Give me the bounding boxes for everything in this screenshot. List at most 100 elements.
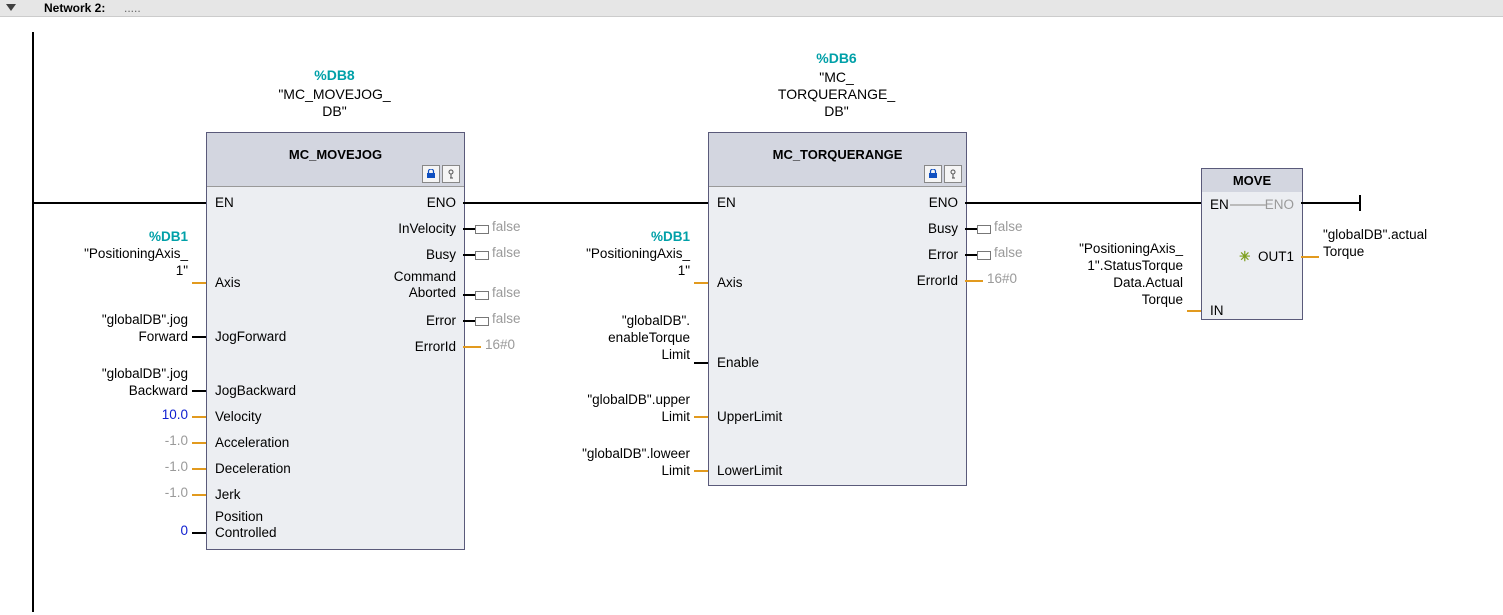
param-icon[interactable] [442,165,460,183]
pin-errorid: ErrorId [415,339,456,354]
lock-icon[interactable] [924,165,942,183]
block-title-move: MOVE [1202,169,1302,192]
connector [694,362,708,364]
lock-icon[interactable] [422,165,440,183]
output-busy-jog: false [492,245,521,260]
connector [192,416,206,418]
pin-commandaborted: CommandAborted [394,269,456,301]
operand-axis-torq[interactable]: %DB1 "PositioningAxis_1" [562,228,690,279]
connector [192,468,206,470]
pin-busy-torq: Busy [928,221,958,236]
operand-upper[interactable]: "globalDB".upperLimit [562,391,690,425]
pin-invelocity: InVelocity [398,221,456,236]
pin-velocity: Velocity [215,409,262,424]
diagram-canvas: Network 2: ..... %DB8 "MC_MOVEJOG_DB" MC… [0,0,1503,615]
connector [965,280,983,282]
block-move[interactable]: MOVE EN ENO ✳ OUT1 IN [1201,168,1303,320]
pin-poscontrolled: PositionControlled [215,509,277,541]
connector [192,390,206,392]
block-mc-movejog[interactable]: MC_MOVEJOG EN Axis JogForward JogBackwar… [206,132,465,550]
connector [1187,310,1201,312]
block-mc-torquerange[interactable]: MC_TORQUERANGE EN Axis Enable UpperLimit… [708,132,967,486]
block-header-torq: MC_TORQUERANGE [709,133,966,187]
connector [192,532,206,534]
neg-box [475,251,489,260]
neg-box [475,225,489,234]
output-invelocity: false [492,219,521,234]
connector [463,320,475,322]
output-error-torq: false [994,245,1023,260]
pin-eno-move: ENO [1265,197,1294,212]
pin-axis: Axis [215,275,241,290]
pin-deceleration: Deceleration [215,461,291,476]
pin-upperlimit: UpperLimit [717,409,782,424]
pin-error: Error [426,313,456,328]
connector [965,254,977,256]
pin-busy: Busy [426,247,456,262]
operand-move-out[interactable]: "globalDB".actualTorque [1323,226,1453,260]
connector [694,416,708,418]
pin-en: EN [215,195,234,210]
output-cab: false [492,285,521,300]
value-jerk[interactable]: -1.0 [150,485,188,500]
network-label: Network 2: [44,1,105,15]
db-id-torq: %DB6 [708,50,965,66]
value-poscontrolled[interactable]: 0 [150,523,188,538]
operand-jogbwd[interactable]: "globalDB".jogBackward [60,365,188,399]
connector [694,470,708,472]
wire [1301,202,1361,204]
operand-axis-jog[interactable]: %DB1 "PositioningAxis_1" [60,228,188,279]
pin-error-torq: Error [928,247,958,262]
terminator [1359,195,1361,211]
connector [694,282,708,284]
star-icon: ✳ [1239,249,1250,264]
connector [1301,256,1319,258]
wire [32,202,206,204]
param-icon[interactable] [944,165,962,183]
pin-eno: ENO [427,195,456,210]
operand-enable[interactable]: "globalDB".enableTorqueLimit [562,312,690,363]
connector [463,294,475,296]
pin-axis-torq: Axis [717,275,743,290]
operand-lower[interactable]: "globalDB".loweerLimit [562,445,690,479]
db-name-torq: "MC_TORQUERANGE_DB" [708,69,965,120]
value-velocity[interactable]: 10.0 [150,407,188,422]
network-comment[interactable]: ..... [124,1,141,15]
neg-box [977,251,991,260]
neg-box [475,317,489,326]
db-id-jog: %DB8 [206,67,463,83]
pin-errorid-torq: ErrorId [917,273,958,288]
pin-jogbackward: JogBackward [215,383,296,398]
output-busy-torq: false [994,219,1023,234]
neg-box [977,225,991,234]
connector [463,228,475,230]
pin-en-move: EN [1210,197,1229,212]
connector [192,494,206,496]
pin-en-torq: EN [717,195,736,210]
pin-in-move: IN [1210,303,1224,318]
collapse-triangle-icon[interactable] [6,4,16,11]
connector [192,442,206,444]
output-errorid-torq: 16#0 [987,271,1017,286]
output-error-jog: false [492,311,521,326]
pin-enable: Enable [717,355,759,370]
network-header[interactable]: Network 2: ..... [0,0,1503,17]
output-errorid-jog: 16#0 [485,337,515,352]
connector [463,254,475,256]
value-acceleration[interactable]: -1.0 [150,433,188,448]
block-header-jog: MC_MOVEJOG [207,133,464,187]
power-rail [32,32,34,612]
pin-acceleration: Acceleration [215,435,289,450]
operand-move-in[interactable]: "PositioningAxis_1".StatusTorqueData.Act… [1057,240,1183,308]
connector [463,346,481,348]
operand-jogfwd[interactable]: "globalDB".jogForward [60,311,188,345]
pin-jogforward: JogForward [215,329,286,344]
connector [965,228,977,230]
value-deceleration[interactable]: -1.0 [150,459,188,474]
pin-out1: ✳ OUT1 [1239,249,1294,265]
eno-disabled-line [1230,204,1266,206]
connector [192,336,206,338]
db-name-jog: "MC_MOVEJOG_DB" [206,86,463,120]
pin-lowerlimit: LowerLimit [717,463,782,478]
pin-eno-torq: ENO [929,195,958,210]
